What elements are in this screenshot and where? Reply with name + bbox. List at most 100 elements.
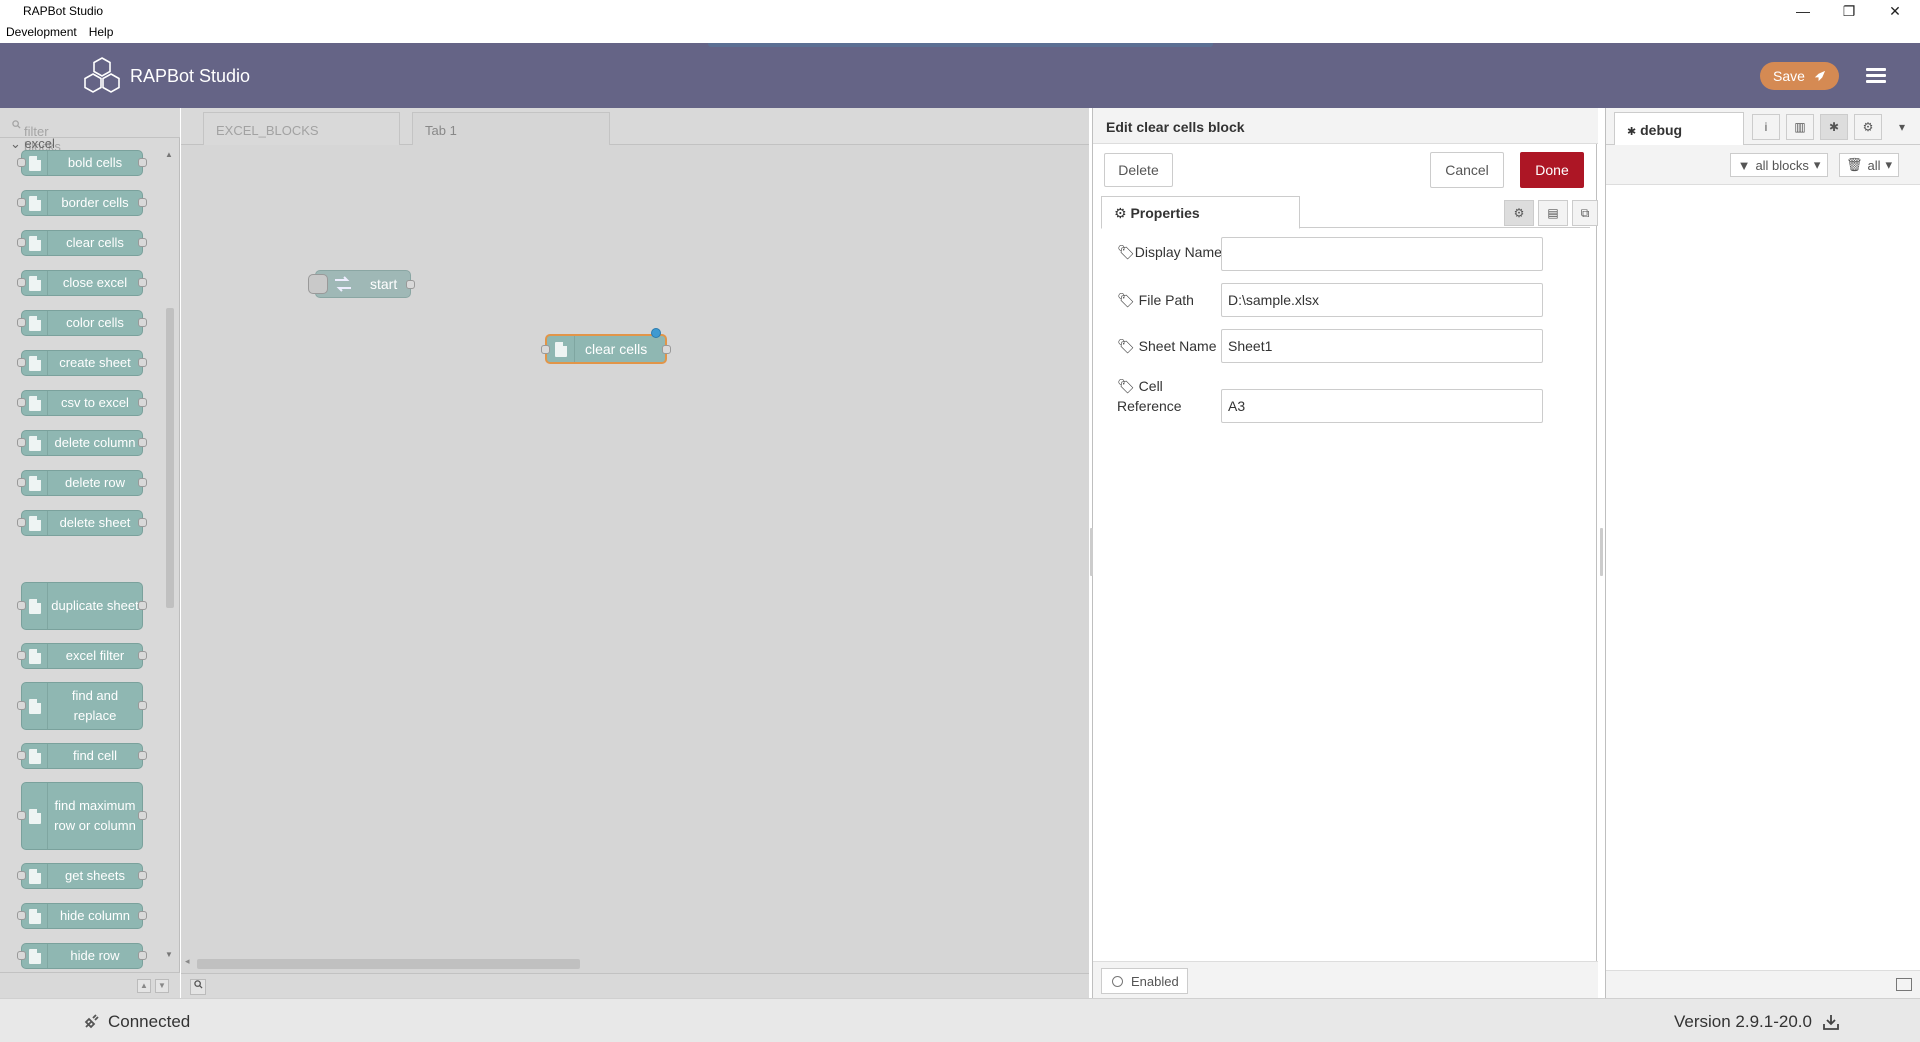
save-button[interactable]: Save bbox=[1760, 62, 1839, 90]
tab-settings[interactable]: ⚙ bbox=[1504, 200, 1534, 226]
canvas-scroll-thumb[interactable] bbox=[197, 959, 580, 969]
main-menu-button[interactable] bbox=[1866, 65, 1894, 87]
gear-icon: ⚙ bbox=[1114, 205, 1127, 221]
cell-reference-label: 🏷 Cell Reference bbox=[1117, 378, 1182, 414]
palette-block-find-maximum[interactable]: find maximum row or column bbox=[17, 782, 147, 850]
palette-block-delete-row[interactable]: delete row bbox=[17, 470, 147, 496]
sheet-name-input[interactable] bbox=[1221, 329, 1543, 363]
tab-description[interactable]: ▤ bbox=[1538, 200, 1568, 226]
palette-block-border-cells[interactable]: border cells bbox=[17, 190, 147, 216]
cell-reference-input[interactable] bbox=[1221, 389, 1543, 423]
document-icon bbox=[28, 355, 41, 371]
restore-button[interactable]: ❐ bbox=[1826, 0, 1872, 22]
node-clear-cells[interactable]: clear cells bbox=[541, 328, 671, 364]
save-label: Save bbox=[1773, 68, 1805, 84]
hexagon-logo-icon bbox=[84, 57, 120, 93]
document-icon bbox=[28, 948, 41, 964]
document-icon bbox=[28, 808, 41, 824]
changed-indicator bbox=[651, 328, 661, 338]
status-bar: Connected Version 2.9.1-20.0 bbox=[0, 998, 1920, 1042]
document-icon bbox=[28, 598, 41, 614]
menu-development[interactable]: Development bbox=[0, 22, 83, 43]
circle-icon bbox=[1112, 975, 1123, 987]
scroll-up-icon[interactable]: ▲ bbox=[165, 150, 173, 159]
book-icon: ▥ bbox=[1794, 120, 1806, 134]
file-text-icon: ▤ bbox=[1547, 206, 1559, 220]
palette-block-duplicate-sheet[interactable]: duplicate sheet bbox=[17, 582, 147, 630]
tab-excel-blocks[interactable]: EXCEL_BLOCKS bbox=[203, 112, 400, 146]
palette-block-delete-column[interactable]: delete column bbox=[17, 430, 147, 456]
collapse-all-button[interactable]: ▲ bbox=[137, 979, 151, 993]
flow-canvas[interactable]: start clear cells bbox=[181, 145, 1089, 953]
document-icon bbox=[28, 395, 41, 411]
caret-down-icon: ▾ bbox=[1898, 120, 1906, 134]
tab-tab-1[interactable]: Tab 1 bbox=[412, 112, 610, 146]
delete-button[interactable]: Delete bbox=[1104, 153, 1173, 187]
scroll-down-icon[interactable]: ▼ bbox=[165, 950, 173, 959]
workspace-tabs: EXCEL_BLOCKS Tab 1 bbox=[181, 108, 1089, 146]
enabled-toggle[interactable]: Enabled bbox=[1101, 968, 1188, 994]
tab-properties[interactable]: ⚙ Properties bbox=[1101, 196, 1300, 229]
filter-blocks[interactable]: filter blocks bbox=[0, 108, 180, 154]
clear-all-button[interactable]: 🗑 all ▾ bbox=[1839, 153, 1899, 177]
palette-block-delete-sheet[interactable]: delete sheet bbox=[17, 510, 147, 536]
info-tab-button[interactable]: i bbox=[1752, 114, 1780, 140]
debug-toolbar: ▼ all blocks ▾ 🗑 all ▾ bbox=[1606, 145, 1920, 185]
palette-block-hide-row[interactable]: hide row bbox=[17, 943, 147, 969]
bug-icon: ✱ bbox=[1627, 126, 1637, 138]
bug-icon: ✱ bbox=[1828, 120, 1840, 134]
debug-tab-button[interactable]: ✱ bbox=[1820, 114, 1848, 140]
palette-block-find-cell[interactable]: find cell bbox=[17, 743, 147, 769]
arrows-icon bbox=[335, 276, 351, 292]
help-tab-button[interactable]: ▥ bbox=[1786, 114, 1814, 140]
palette-block-create-sheet[interactable]: create sheet bbox=[17, 350, 147, 376]
tab-debug[interactable]: ✱ debug bbox=[1614, 112, 1744, 146]
display-name-input[interactable] bbox=[1221, 237, 1543, 271]
scroll-left-icon[interactable]: ◂ bbox=[185, 956, 190, 967]
minimize-button[interactable]: — bbox=[1780, 0, 1826, 22]
filter-all-blocks-button[interactable]: ▼ all blocks ▾ bbox=[1730, 153, 1828, 177]
output-port[interactable] bbox=[662, 345, 671, 354]
window-title: RAPBot Studio bbox=[23, 4, 104, 18]
document-icon bbox=[28, 698, 41, 714]
cancel-button[interactable]: Cancel bbox=[1430, 152, 1504, 188]
download-icon[interactable] bbox=[1822, 1013, 1840, 1031]
search-flows-button[interactable] bbox=[190, 979, 206, 995]
palette-block-color-cells[interactable]: color cells bbox=[17, 310, 147, 336]
menubar: Development Help bbox=[0, 22, 1920, 43]
block-palette: filter blocks ⌄ excel bold cells border … bbox=[0, 108, 180, 998]
input-port[interactable] bbox=[541, 345, 550, 354]
window-restore-icon: ⧉ bbox=[1580, 205, 1590, 220]
workspace-footer bbox=[181, 973, 1089, 998]
close-button[interactable]: ✕ bbox=[1872, 0, 1918, 22]
menu-help[interactable]: Help bbox=[83, 22, 120, 43]
inject-toggle-button[interactable] bbox=[308, 274, 328, 294]
canvas-hscrollbar[interactable]: ◂ bbox=[181, 953, 1089, 973]
palette-scroll-thumb[interactable] bbox=[166, 308, 174, 608]
palette-block-clear-cells[interactable]: clear cells bbox=[17, 230, 147, 256]
palette-block-hide-column[interactable]: hide column bbox=[17, 903, 147, 929]
palette-scrollbar[interactable]: ▲ ▼ bbox=[163, 146, 177, 962]
palette-block-bold-cells[interactable]: bold cells bbox=[17, 150, 147, 176]
config-tab-button[interactable]: ⚙ bbox=[1854, 114, 1882, 140]
palette-block-get-sheets[interactable]: get sheets bbox=[17, 863, 147, 889]
plug-icon bbox=[84, 1014, 99, 1029]
sidebar-menu-button[interactable]: ▾ bbox=[1888, 114, 1916, 140]
palette-block-find-and-replace[interactable]: find and replace bbox=[17, 682, 147, 730]
filter-placeholder: filter blocks bbox=[12, 116, 61, 154]
palette-block-csv-to-excel[interactable]: csv to excel bbox=[17, 390, 147, 416]
document-icon bbox=[28, 648, 41, 664]
palette-block-excel-filter[interactable]: excel filter bbox=[17, 643, 147, 669]
open-window-button[interactable] bbox=[1896, 978, 1912, 991]
tab-appearance[interactable]: ⧉ bbox=[1572, 200, 1598, 226]
document-icon bbox=[28, 515, 41, 531]
editor-resize-handle[interactable] bbox=[1090, 528, 1093, 576]
output-port[interactable] bbox=[406, 280, 415, 289]
done-button[interactable]: Done bbox=[1520, 152, 1584, 188]
sidebar-resize-handle[interactable] bbox=[1600, 528, 1603, 576]
palette-block-close-excel[interactable]: close excel bbox=[17, 270, 147, 296]
node-start[interactable]: start bbox=[308, 270, 415, 298]
progress-indicator bbox=[708, 43, 1213, 47]
file-path-input[interactable] bbox=[1221, 283, 1543, 317]
expand-all-button[interactable]: ▼ bbox=[155, 979, 169, 993]
